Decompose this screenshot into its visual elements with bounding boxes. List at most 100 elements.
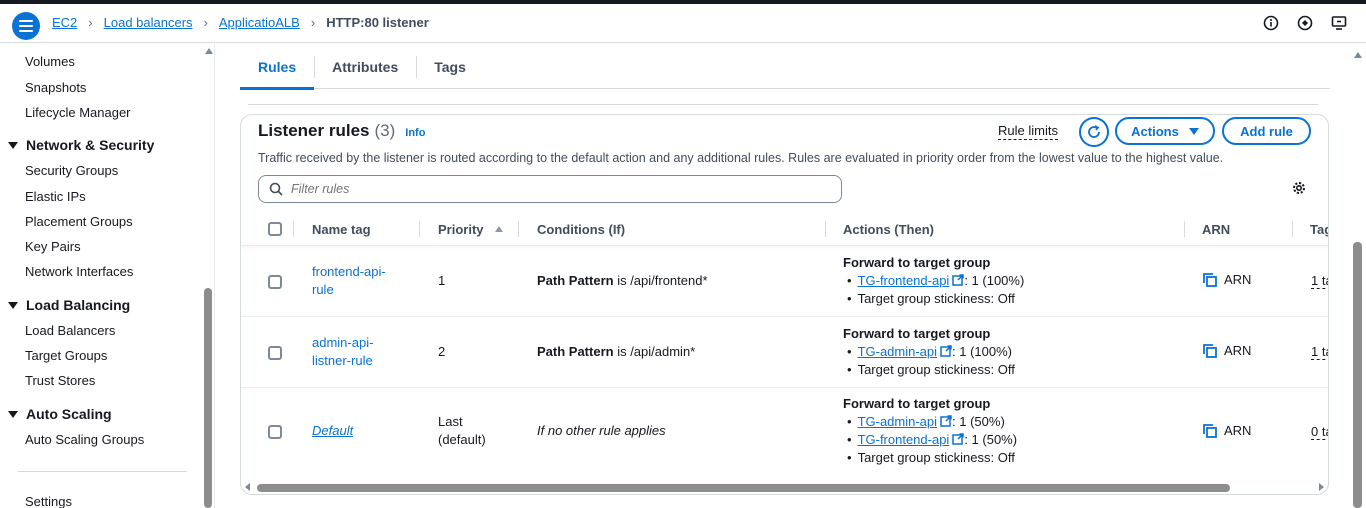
info-icon[interactable] — [1262, 14, 1280, 32]
table-header: Name tag Priority Conditions (If) Action… — [241, 213, 1328, 245]
sidebar-item-snapshots[interactable]: Snapshots — [25, 80, 86, 95]
column-header-arn[interactable]: ARN — [1202, 213, 1230, 245]
condition-value: If no other rule applies — [537, 423, 666, 438]
add-rule-button[interactable]: Add rule — [1222, 117, 1311, 145]
arn-label: ARN — [1224, 343, 1252, 358]
target-group-link[interactable]: TG-admin-api — [858, 344, 937, 359]
sidebar-item-settings[interactable]: Settings — [25, 494, 72, 508]
stickiness-text: Target group stickiness: Off — [857, 362, 1015, 377]
panel-title: Listener rules (3) Info — [258, 121, 425, 141]
table-horizontal-scrollbar[interactable] — [257, 484, 1230, 492]
copy-arn-button[interactable]: ARN — [1203, 272, 1251, 287]
sidebar-item-load-balancers[interactable]: Load Balancers — [25, 323, 115, 338]
rule-limits-link[interactable]: Rule limits — [998, 123, 1058, 140]
info-link[interactable]: Info — [405, 127, 425, 139]
filter-rules-field[interactable] — [258, 175, 842, 203]
actions-label: Actions — [1131, 123, 1179, 139]
target-group-item: TG-admin-api: 1 (100%) — [843, 343, 1015, 361]
column-header-conditions[interactable]: Conditions (If) — [537, 213, 625, 245]
section-auto-scaling[interactable]: Auto Scaling — [8, 406, 112, 422]
column-divider — [1184, 221, 1185, 237]
column-header-priority[interactable]: Priority — [438, 213, 504, 245]
section-network-security[interactable]: Network & Security — [8, 137, 154, 153]
page-scrollbar[interactable] — [1353, 242, 1362, 508]
action-title: Forward to target group — [843, 326, 991, 341]
copy-icon — [1203, 272, 1217, 287]
caret-down-icon — [8, 410, 18, 418]
listener-rules-panel: Listener rules (3) Info Rule limits Acti… — [240, 114, 1329, 495]
sidebar-item-key-pairs[interactable]: Key Pairs — [25, 239, 81, 254]
sidebar-scrollbar[interactable] — [204, 288, 212, 508]
row-checkbox[interactable] — [268, 275, 282, 289]
filter-rules-input[interactable] — [291, 182, 791, 196]
tab-rules[interactable]: Rules — [240, 44, 315, 90]
rule-name-link[interactable]: frontend-api- rule — [312, 263, 386, 299]
priority-value: Last (default) — [438, 413, 486, 449]
actions-dropdown-button[interactable]: Actions — [1115, 117, 1215, 145]
tags-count[interactable]: 1 tag — [1311, 273, 1328, 289]
external-link-icon — [952, 274, 965, 286]
side-navigation: Volumes Snapshots Lifecycle Manager Netw… — [0, 44, 215, 508]
sidebar-item-placement-groups[interactable]: Placement Groups — [25, 214, 133, 229]
tags-count[interactable]: 0 tags — [1311, 424, 1328, 440]
sidebar-item-elastic-ips[interactable]: Elastic IPs — [25, 189, 86, 204]
stickiness-text: Target group stickiness: Off — [857, 450, 1015, 465]
external-link-icon — [940, 415, 952, 427]
section-load-balancing[interactable]: Load Balancing — [8, 297, 130, 313]
column-header-name[interactable]: Name tag — [312, 213, 371, 245]
sidebar-item-target-groups[interactable]: Target Groups — [25, 348, 107, 363]
select-all-checkbox[interactable] — [268, 213, 282, 245]
target-group-link[interactable]: TG-admin-api — [858, 414, 937, 429]
condition-key: Path Pattern — [537, 273, 614, 288]
sidebar-item-auto-scaling-groups[interactable]: Auto Scaling Groups — [25, 432, 144, 447]
main-content: Rules Attributes Tags Listener rules (3)… — [216, 44, 1366, 508]
scroll-right-arrow[interactable] — [1319, 483, 1324, 491]
breadcrumb-alb[interactable]: ApplicatioALB — [219, 15, 300, 30]
sidebar-item-security-groups[interactable]: Security Groups — [25, 163, 118, 178]
column-header-actions[interactable]: Actions (Then) — [843, 213, 934, 245]
sidebar-item-volumes[interactable]: Volumes — [25, 54, 75, 69]
stickiness-item: Target group stickiness: Off — [843, 449, 1017, 467]
condition-text: is /api/frontend* — [613, 273, 708, 288]
action-value: Forward to target group TG-admin-api: 1 … — [843, 325, 1015, 379]
breadcrumb-ec2[interactable]: EC2 — [52, 15, 77, 30]
priority-value: 1 — [438, 273, 446, 288]
column-header-tags[interactable]: Tags — [1310, 213, 1328, 245]
tab-attributes[interactable]: Attributes — [314, 44, 416, 89]
condition-value: Path Pattern is /api/admin* — [537, 343, 695, 361]
copy-arn-button[interactable]: ARN — [1203, 343, 1251, 358]
menu-toggle-button[interactable] — [12, 12, 40, 40]
scroll-up-arrow[interactable] — [205, 48, 213, 54]
breadcrumb-load-balancers[interactable]: Load balancers — [104, 15, 193, 30]
target-group-link[interactable]: TG-frontend-api — [858, 432, 950, 447]
rules-count: (3) — [374, 121, 396, 140]
search-icon — [269, 182, 283, 196]
feedback-icon[interactable] — [1330, 14, 1348, 32]
section-title: Load Balancing — [26, 297, 131, 313]
arn-label: ARN — [1224, 272, 1252, 287]
row-checkbox[interactable] — [268, 346, 282, 360]
sidebar-item-network-interfaces[interactable]: Network Interfaces — [25, 264, 133, 279]
page-scroll-up-arrow[interactable] — [1354, 52, 1362, 58]
table-row: frontend-api- rule 1 Path Pattern is /ap… — [241, 246, 1328, 317]
chevron-right-icon: › — [203, 15, 208, 30]
scroll-left-arrow[interactable] — [245, 483, 250, 491]
copy-arn-button[interactable]: ARN — [1203, 423, 1251, 438]
rule-name-link[interactable]: admin-api- listner-rule — [312, 334, 373, 370]
target-group-weight: : 1 (50%) — [952, 414, 1005, 429]
rule-name-line: rule — [312, 282, 334, 297]
copy-icon — [1203, 343, 1217, 358]
tab-tags[interactable]: Tags — [416, 44, 484, 89]
target-group-link[interactable]: TG-frontend-api — [858, 273, 950, 288]
sidebar-item-lifecycle-manager[interactable]: Lifecycle Manager — [25, 105, 131, 120]
refresh-button[interactable] — [1079, 117, 1109, 147]
column-divider — [825, 221, 826, 237]
tags-count[interactable]: 1 tag — [1311, 344, 1328, 360]
sidebar-item-trust-stores[interactable]: Trust Stores — [25, 373, 95, 388]
refresh-icon — [1088, 125, 1100, 138]
notifications-icon[interactable] — [1296, 14, 1314, 32]
preferences-gear-icon[interactable] — [1291, 180, 1307, 201]
row-checkbox[interactable] — [268, 425, 282, 439]
action-title: Forward to target group — [843, 396, 991, 411]
rule-name-link[interactable]: Default — [312, 422, 353, 440]
